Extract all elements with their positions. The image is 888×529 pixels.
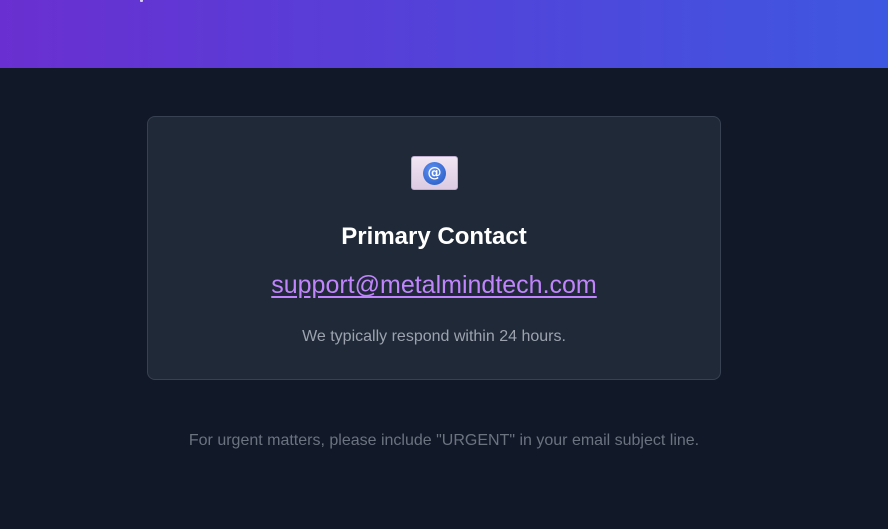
email-at-icon: @ [411, 156, 458, 190]
card-title: Primary Contact [341, 223, 527, 250]
primary-contact-card: @ Primary Contact support@metalmindtech.… [147, 116, 721, 380]
header-banner [0, 0, 888, 68]
header-decoration [140, 0, 143, 2]
response-time-note: We typically respond within 24 hours. [302, 328, 566, 345]
at-sign-icon: @ [423, 161, 446, 185]
support-email-link[interactable]: support@metalmindtech.com [148, 270, 720, 300]
urgent-instructions-note: For urgent matters, please include "URGE… [188, 432, 700, 449]
